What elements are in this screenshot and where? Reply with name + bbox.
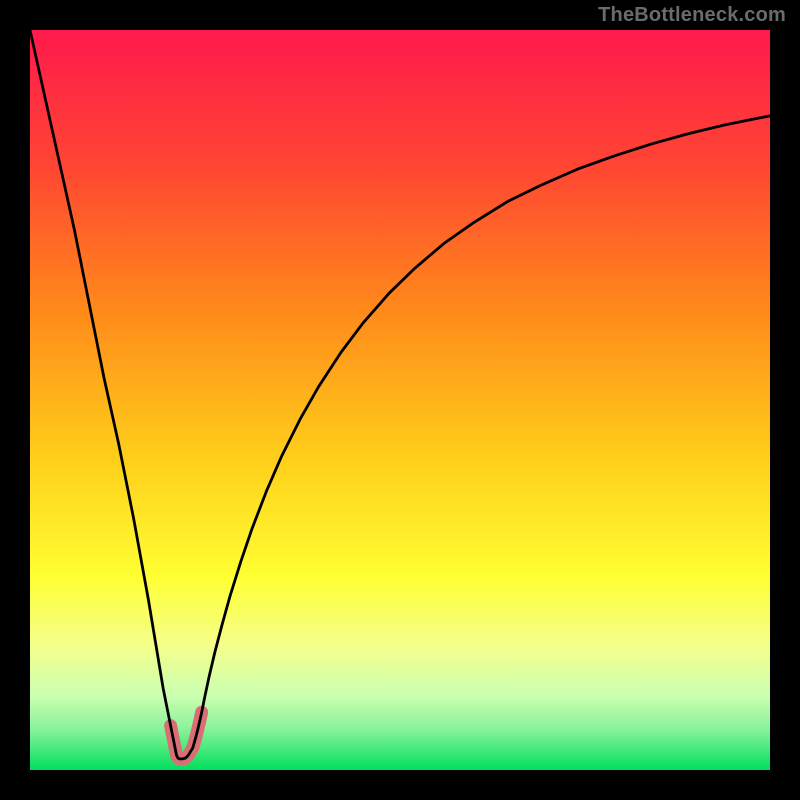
watermark-text: TheBottleneck.com (598, 4, 786, 27)
chart-root: TheBottleneck.com (0, 0, 800, 800)
bottleneck-chart-svg (0, 0, 800, 800)
